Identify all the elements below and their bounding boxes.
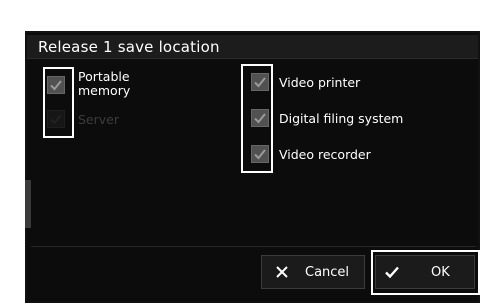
highlight-box-ok	[371, 250, 480, 295]
highlight-box-right	[241, 64, 273, 173]
highlight-box-left	[43, 67, 74, 138]
button-divider	[31, 246, 476, 247]
label-digital-filing-system: Digital filing system	[279, 111, 404, 126]
label-video-printer: Video printer	[279, 75, 361, 90]
label-portable-memory-line2: memory	[78, 83, 131, 98]
label-server: Server	[78, 112, 119, 127]
label-portable-memory-line1: Portable	[78, 69, 130, 84]
cancel-button-label: Cancel	[305, 265, 350, 280]
cancel-button[interactable]: Cancel	[261, 255, 365, 289]
label-video-recorder: Video recorder	[279, 147, 371, 162]
close-icon	[276, 266, 288, 278]
side-scroll-indicator	[25, 180, 31, 228]
dialog-title: Release 1 save location	[38, 38, 220, 56]
